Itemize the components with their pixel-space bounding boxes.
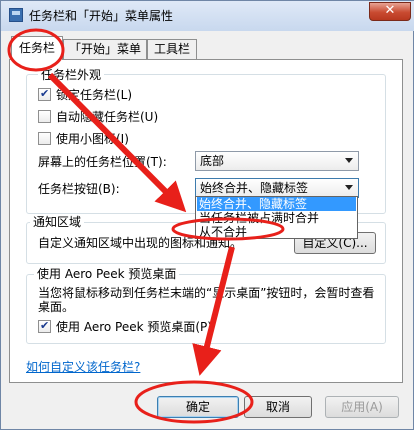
auto-hide-label[interactable]: 自动隐藏任务栏(U) — [56, 110, 158, 124]
dropdown-option-never-combine[interactable]: 从不合并 — [197, 225, 356, 239]
buttons-label: 任务栏按钮(B): — [38, 182, 120, 196]
taskbar-buttons-dropdown[interactable]: 始终合并、隐藏标签 — [195, 178, 359, 198]
tab-toolbars[interactable]: 工具栏 — [147, 39, 197, 59]
cancel-button[interactable]: 取消 — [244, 396, 312, 418]
lock-taskbar-checkbox[interactable] — [38, 87, 51, 101]
apply-button[interactable]: 应用(A) — [325, 396, 399, 418]
aero-peek-description: 当您将鼠标移动到任务栏末端的“显示桌面”按钮时，会暂时查看桌面。 — [38, 286, 375, 314]
auto-hide-checkbox[interactable] — [38, 110, 51, 123]
notification-area-title: 通知区域 — [30, 215, 85, 229]
taskbar-app-icon — [9, 8, 23, 22]
location-value: 底部 — [200, 154, 225, 168]
chevron-down-icon — [345, 158, 353, 163]
close-button[interactable]: ✕ — [369, 2, 411, 21]
chevron-down-icon — [345, 185, 353, 190]
taskbar-buttons-value: 始终合并、隐藏标签 — [200, 181, 309, 195]
aero-peek-checkbox[interactable] — [38, 319, 51, 333]
properties-dialog: 任务栏和「开始」菜单属性 ✕ 任务栏 「开始」菜单 工具栏 任务栏外观 锁定任务… — [0, 0, 414, 430]
lock-taskbar-label[interactable]: 锁定任务栏(L) — [56, 88, 132, 102]
window-title: 任务栏和「开始」菜单属性 — [29, 9, 174, 23]
ok-button[interactable]: 确定 — [157, 396, 239, 418]
dropdown-option-always-combine[interactable]: 始终合并、隐藏标签 — [197, 197, 356, 211]
location-label: 屏幕上的任务栏位置(T): — [38, 155, 167, 169]
tab-start-menu[interactable]: 「开始」菜单 — [63, 39, 147, 59]
taskbar-buttons-dropdown-list: 始终合并、隐藏标签 当任务栏被占满时合并 从不合并 — [195, 196, 358, 239]
dropdown-option-combine-when-full[interactable]: 当任务栏被占满时合并 — [197, 211, 356, 225]
aero-peek-title: 使用 Aero Peek 预览桌面 — [34, 267, 180, 281]
help-link[interactable]: 如何自定义该任务栏? — [26, 358, 140, 375]
tab-taskbar[interactable]: 任务栏 — [11, 36, 63, 60]
aero-peek-label[interactable]: 使用 Aero Peek 预览桌面(P) — [56, 320, 212, 334]
location-dropdown[interactable]: 底部 — [195, 151, 359, 171]
small-icons-checkbox[interactable] — [38, 132, 51, 145]
taskbar-appearance-title: 任务栏外观 — [38, 68, 105, 82]
title-bar[interactable]: 任务栏和「开始」菜单属性 ✕ — [1, 1, 414, 31]
small-icons-label[interactable]: 使用小图标(I) — [56, 132, 129, 146]
